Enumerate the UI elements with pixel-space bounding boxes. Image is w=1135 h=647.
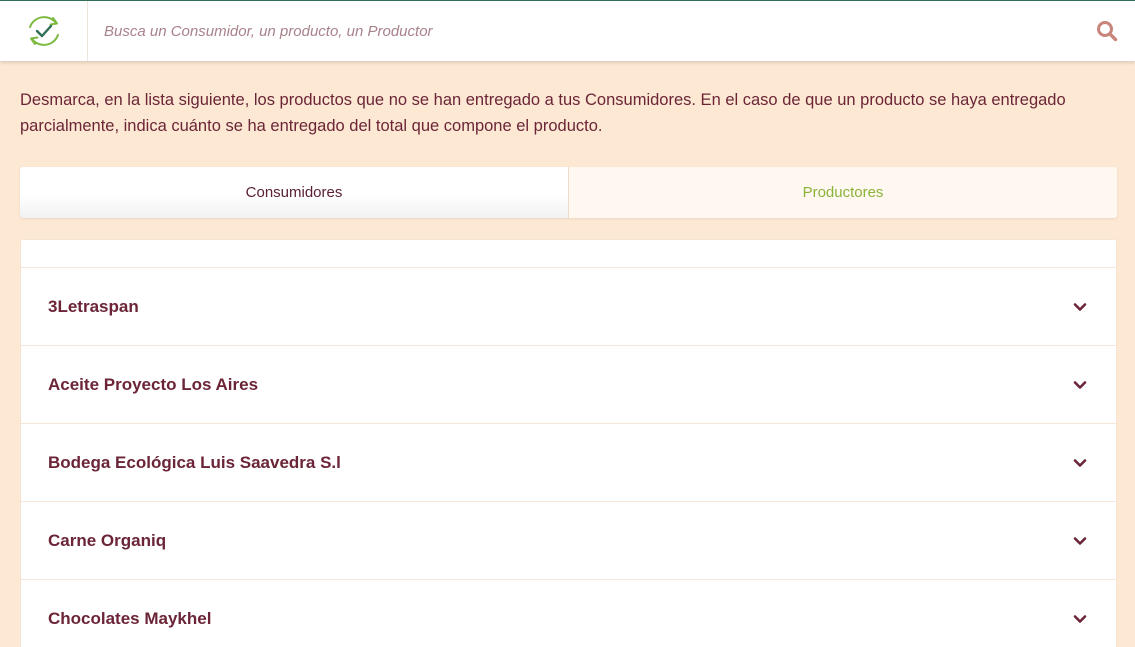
chevron-down-icon[interactable] bbox=[1072, 299, 1088, 315]
list-top-padding bbox=[21, 240, 1116, 267]
list-item[interactable]: Chocolates Maykhel bbox=[21, 579, 1116, 647]
chevron-down-icon[interactable] bbox=[1072, 533, 1088, 549]
producer-name: 3Letraspan bbox=[48, 296, 139, 316]
logo[interactable] bbox=[0, 1, 88, 61]
producer-name: Chocolates Maykhel bbox=[48, 608, 212, 628]
producer-name: Bodega Ecológica Luis Saavedra S.l bbox=[48, 452, 341, 472]
check-cycle-icon bbox=[28, 16, 59, 46]
view-tabs: Consumidores Productores bbox=[20, 167, 1117, 218]
list-item[interactable]: Aceite Proyecto Los Aires bbox=[21, 345, 1116, 423]
instructions-text: Desmarca, en la lista siguiente, los pro… bbox=[20, 91, 1066, 135]
producer-name: Aceite Proyecto Los Aires bbox=[48, 374, 259, 394]
list-item[interactable]: 3Letraspan bbox=[21, 267, 1116, 345]
tab-consumidores[interactable]: Consumidores bbox=[20, 167, 568, 218]
list-item[interactable]: Carne Organiq bbox=[21, 501, 1116, 579]
chevron-down-icon[interactable] bbox=[1072, 611, 1088, 627]
producer-name: Carne Organiq bbox=[48, 530, 167, 550]
search-input[interactable] bbox=[88, 1, 1079, 61]
producer-list: 3Letraspan Aceite Proyecto Los Aires Bod… bbox=[20, 239, 1117, 647]
top-bar bbox=[0, 0, 1135, 61]
chevron-down-icon[interactable] bbox=[1072, 377, 1088, 393]
tab-productores[interactable]: Productores bbox=[568, 167, 1117, 218]
search-button[interactable] bbox=[1079, 1, 1135, 61]
list-item[interactable]: Bodega Ecológica Luis Saavedra S.l bbox=[21, 423, 1116, 501]
chevron-down-icon[interactable] bbox=[1072, 455, 1088, 471]
search-icon bbox=[1097, 21, 1118, 42]
